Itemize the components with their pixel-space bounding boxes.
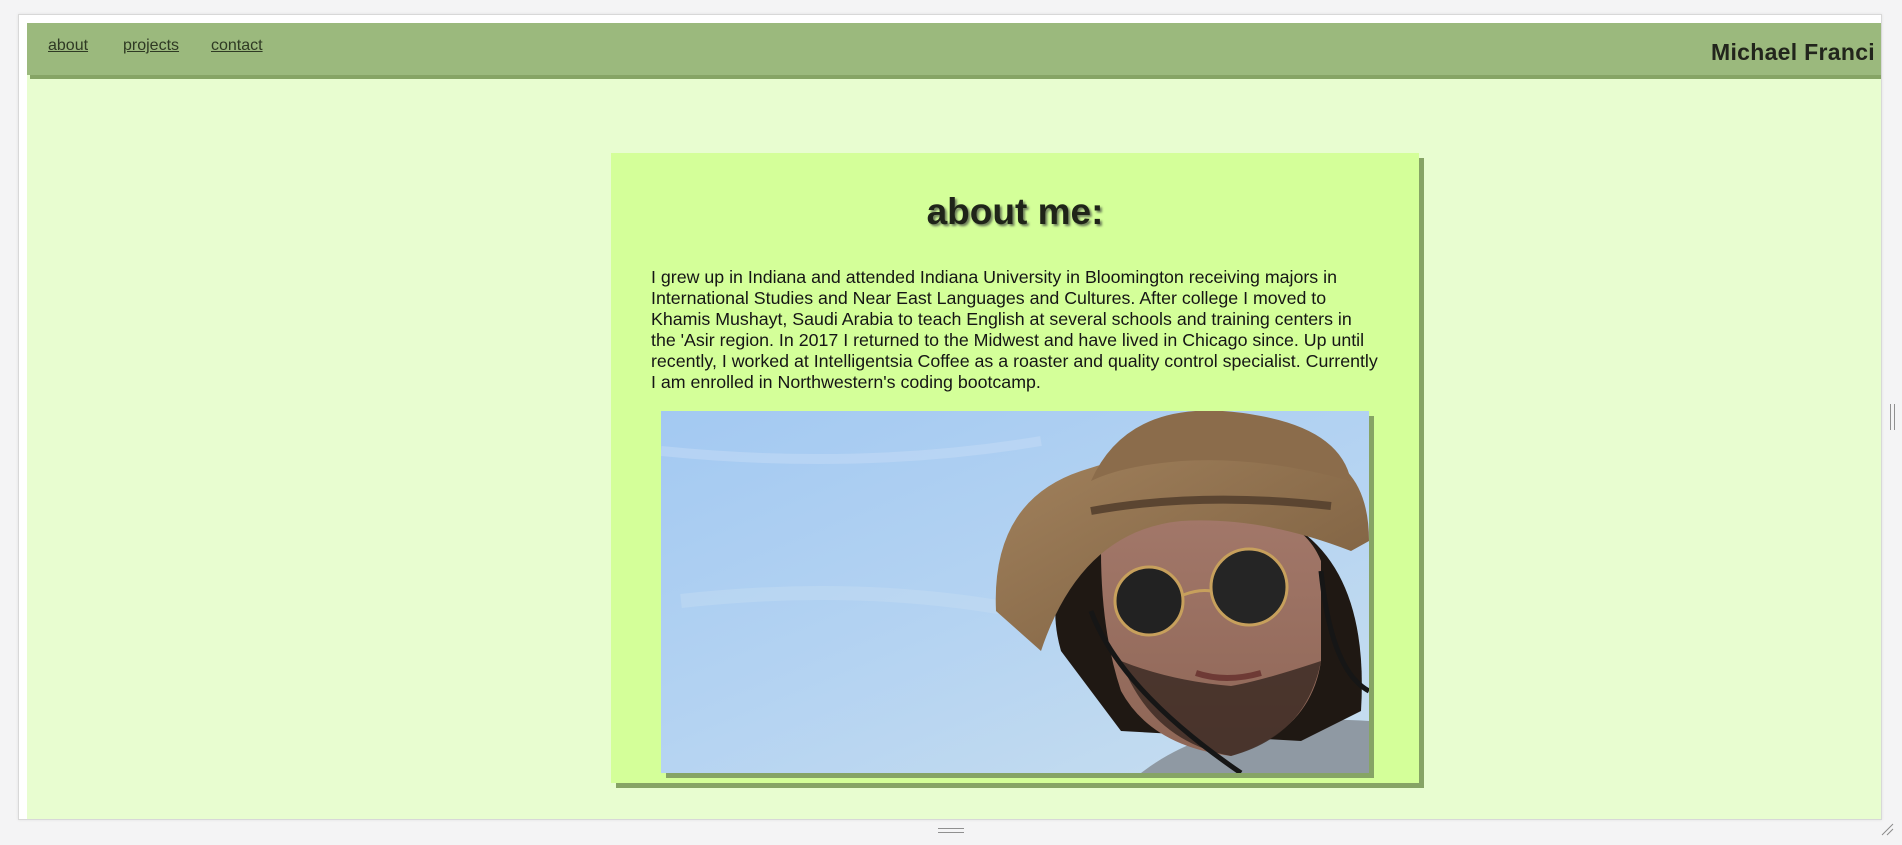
browser-frame: about projects contact Michael Franci ab… (18, 14, 1882, 820)
about-bio: I grew up in Indiana and attended Indian… (651, 267, 1378, 392)
navbar: about projects contact Michael Franci (27, 23, 1881, 75)
nav-link-about[interactable]: about (48, 37, 88, 55)
site-brand-name: Michael Franci (1711, 39, 1875, 65)
horizontal-resize-grip[interactable] (938, 828, 964, 833)
about-card: about me: I grew up in Indiana and atten… (611, 153, 1419, 783)
profile-photo (661, 411, 1369, 773)
vertical-resize-grip[interactable] (1890, 404, 1895, 430)
resize-corner-icon[interactable] (1880, 822, 1894, 836)
nav-link-projects[interactable]: projects (123, 37, 179, 55)
nav-link-contact[interactable]: contact (211, 37, 263, 55)
page-viewport: about projects contact Michael Franci ab… (27, 23, 1881, 819)
about-title: about me: (926, 191, 1104, 232)
